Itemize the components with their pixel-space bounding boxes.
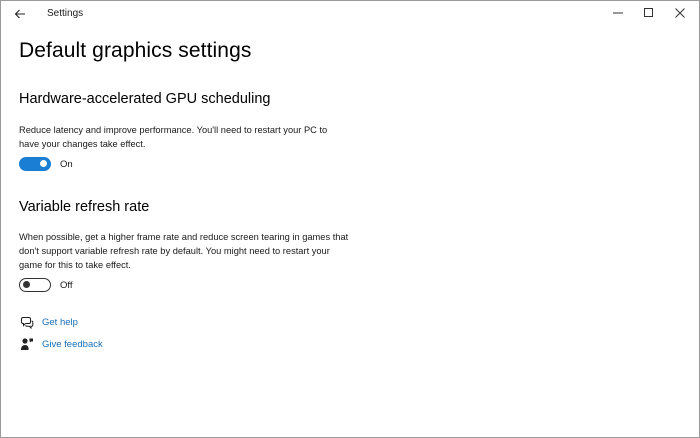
minimize-icon bbox=[613, 12, 623, 14]
variable-refresh-toggle[interactable] bbox=[19, 278, 51, 292]
give-feedback-row: Give feedback bbox=[19, 336, 103, 352]
back-button[interactable] bbox=[7, 3, 33, 25]
settings-window: Settings Default graphics settings Hardw… bbox=[0, 0, 700, 438]
gpu-scheduling-description: Reduce latency and improve performance. … bbox=[19, 125, 328, 149]
variable-refresh-heading: Variable refresh rate bbox=[19, 199, 150, 215]
get-help-row: Get help bbox=[19, 314, 78, 330]
title-bar: Settings bbox=[1, 1, 699, 27]
get-help-link[interactable]: Get help bbox=[42, 317, 78, 328]
back-arrow-icon bbox=[14, 9, 25, 19]
gpu-scheduling-toggle[interactable] bbox=[19, 157, 51, 171]
feedback-person-icon bbox=[19, 336, 35, 352]
give-feedback-link[interactable]: Give feedback bbox=[42, 339, 103, 350]
variable-refresh-description: When possible, get a higher frame rate a… bbox=[19, 232, 349, 270]
toggle-knob bbox=[23, 281, 30, 288]
variable-refresh-toggle-state: Off bbox=[60, 280, 73, 291]
maximize-icon bbox=[644, 8, 653, 17]
window-title: Settings bbox=[47, 8, 84, 19]
close-icon bbox=[675, 8, 685, 18]
page-title: Default graphics settings bbox=[19, 39, 252, 62]
gpu-scheduling-heading: Hardware-accelerated GPU scheduling bbox=[19, 91, 271, 107]
gpu-scheduling-toggle-state: On bbox=[60, 159, 73, 170]
help-chat-icon bbox=[19, 314, 35, 330]
maximize-button[interactable] bbox=[632, 1, 666, 25]
close-button[interactable] bbox=[663, 1, 697, 25]
minimize-button[interactable] bbox=[601, 1, 635, 25]
toggle-knob bbox=[40, 160, 47, 167]
